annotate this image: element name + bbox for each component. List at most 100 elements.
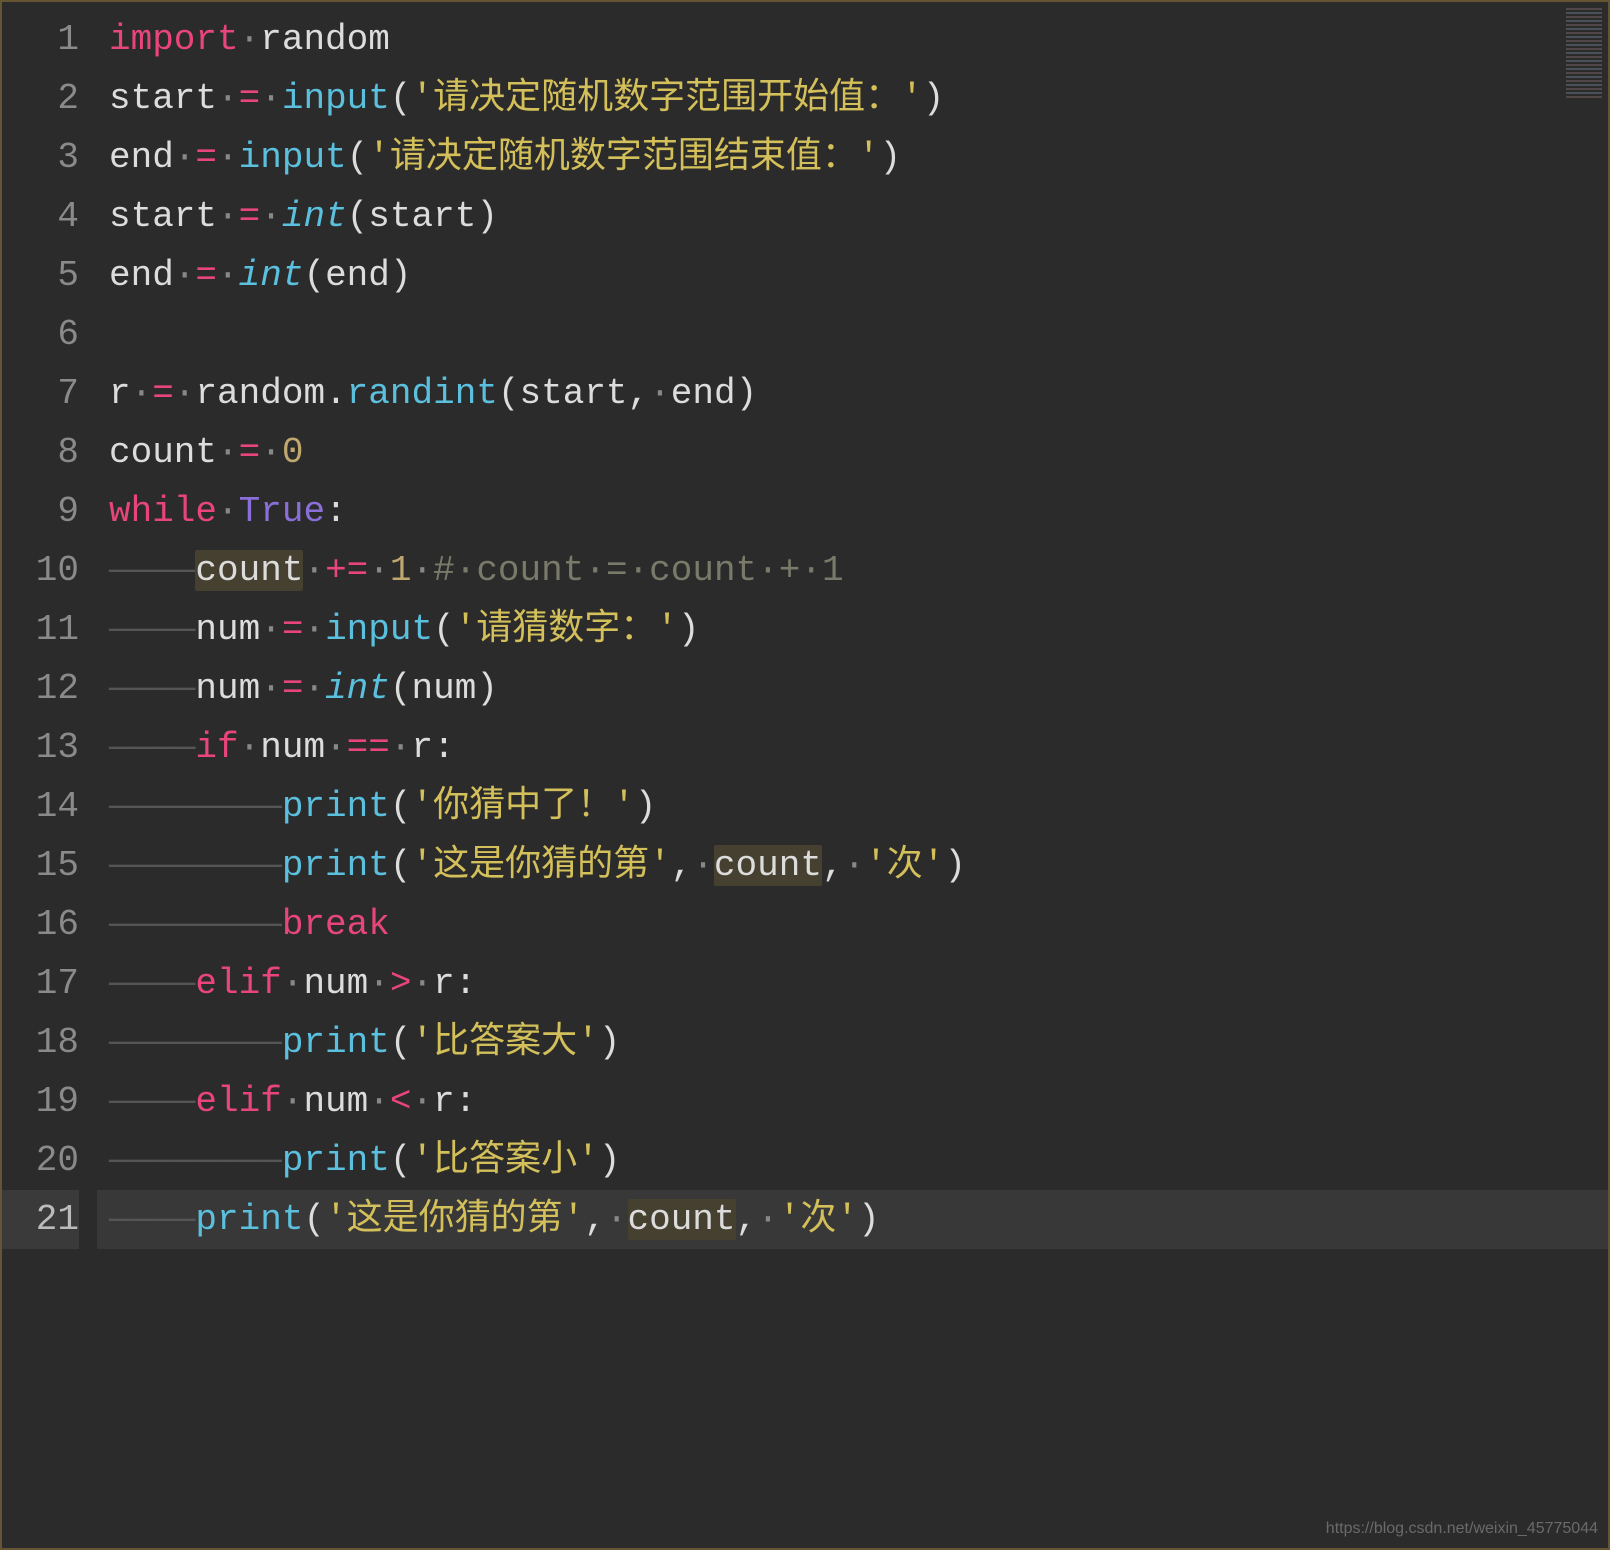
token-indent-guide: ————: [109, 727, 195, 768]
token-op: =: [239, 196, 261, 237]
token-ident: end: [671, 373, 736, 414]
token-string: '请决定随机数字范围结束值：': [368, 137, 879, 178]
token-punct: .: [325, 373, 347, 414]
token-punct: ): [476, 196, 498, 237]
token-op: ==: [347, 727, 390, 768]
token-punct: ): [390, 255, 412, 296]
code-line[interactable]: while·True:: [97, 482, 1608, 541]
token-ws-dot: ·: [239, 19, 261, 60]
token-builtin: int: [282, 196, 347, 237]
token-punct: :: [325, 491, 347, 532]
code-line[interactable]: count·=·0: [97, 423, 1608, 482]
token-ident: count: [109, 432, 217, 473]
code-line[interactable]: ————count·+=·1·#·count·=·count·+·1: [97, 541, 1608, 600]
token-ident: random: [260, 19, 390, 60]
token-ident: random: [195, 373, 325, 414]
token-op: >: [390, 963, 412, 1004]
token-punct: ): [736, 373, 758, 414]
token-ws-dot: ·: [131, 373, 153, 414]
token-indent-guide: ————————: [109, 904, 282, 945]
code-line[interactable]: import·random: [97, 10, 1608, 69]
token-ident: start: [109, 196, 217, 237]
token-string: '你猜中了！': [411, 786, 634, 827]
code-line[interactable]: end·=·input('请决定随机数字范围结束值：'): [97, 128, 1608, 187]
token-ws-dot: ·: [282, 963, 304, 1004]
token-indent-guide: ————————: [109, 845, 282, 886]
token-ws-dot: ·: [757, 1199, 779, 1240]
token-punct: (: [390, 78, 412, 119]
code-line[interactable]: ————elif·num·<·r:: [97, 1072, 1608, 1131]
line-number: 21: [2, 1190, 79, 1249]
code-line[interactable]: start·=·input('请决定随机数字范围开始值：'): [97, 69, 1608, 128]
token-ident: num: [303, 1081, 368, 1122]
code-line[interactable]: ————elif·num·>·r:: [97, 954, 1608, 1013]
token-indent-guide: ————————: [109, 786, 282, 827]
token-ident: end: [325, 255, 390, 296]
token-ws-dot: ·: [260, 668, 282, 709]
code-area[interactable]: import·randomstart·=·input('请决定随机数字范围开始值…: [97, 10, 1608, 1548]
line-number: 4: [2, 187, 79, 246]
code-line[interactable]: ————————print('比答案大'): [97, 1013, 1608, 1072]
minimap[interactable]: [1566, 8, 1602, 98]
token-ident: start: [109, 78, 217, 119]
code-line[interactable]: ————num·=·int(num): [97, 659, 1608, 718]
token-punct: ,: [584, 1199, 606, 1240]
token-ident: num: [411, 668, 476, 709]
line-number: 17: [2, 954, 79, 1013]
token-ident: r: [433, 963, 455, 1004]
token-builtin: int: [325, 668, 390, 709]
token-ws-dot: ·: [239, 727, 261, 768]
line-number: 11: [2, 600, 79, 659]
token-number: 0: [282, 432, 304, 473]
token-ws-dot: ·: [260, 609, 282, 650]
code-line[interactable]: ————————print('比答案小'): [97, 1131, 1608, 1190]
token-ws-dot: ·: [217, 491, 239, 532]
line-number: 12: [2, 659, 79, 718]
token-op: =: [195, 137, 217, 178]
token-string: '请猜数字：': [455, 609, 678, 650]
token-builtin: int: [239, 255, 304, 296]
token-punct: :: [455, 1081, 477, 1122]
token-ws-dot: ·: [390, 727, 412, 768]
line-number: 18: [2, 1013, 79, 1072]
code-line[interactable]: ————num·=·input('请猜数字：'): [97, 600, 1608, 659]
token-ws-dot: ·: [303, 609, 325, 650]
token-func-call: print: [282, 1022, 390, 1063]
token-indent-guide: ————: [109, 1199, 195, 1240]
line-number: 10: [2, 541, 79, 600]
line-number: 3: [2, 128, 79, 187]
token-punct: ): [599, 1140, 621, 1181]
token-comment: #·count·=·count·+·1: [433, 550, 843, 591]
line-number: 16: [2, 895, 79, 954]
token-punct: ): [599, 1022, 621, 1063]
line-number: 13: [2, 718, 79, 777]
token-ws-dot: ·: [217, 255, 239, 296]
token-ident: count: [195, 550, 303, 591]
token-indent-guide: ————: [109, 668, 195, 709]
token-kw-control: if: [195, 727, 238, 768]
line-number: 5: [2, 246, 79, 305]
token-ident: num: [303, 963, 368, 1004]
code-line[interactable]: r·=·random.randint(start,·end): [97, 364, 1608, 423]
token-string: '次': [779, 1199, 858, 1240]
token-op: <: [390, 1081, 412, 1122]
code-line[interactable]: ————————print('你猜中了！'): [97, 777, 1608, 836]
code-editor[interactable]: 123456789101112131415161718192021 import…: [2, 2, 1608, 1548]
token-indent-guide: ————————: [109, 1022, 282, 1063]
token-string: '这是你猜的第': [325, 1199, 584, 1240]
token-ident: count: [628, 1199, 736, 1240]
token-punct: (: [390, 786, 412, 827]
token-punct: (: [303, 1199, 325, 1240]
code-line[interactable]: ————————print('这是你猜的第',·count,·'次'): [97, 836, 1608, 895]
code-line[interactable]: end·=·int(end): [97, 246, 1608, 305]
token-ws-dot: ·: [260, 432, 282, 473]
token-punct: :: [455, 963, 477, 1004]
code-line[interactable]: ————if·num·==·r:: [97, 718, 1608, 777]
line-number: 19: [2, 1072, 79, 1131]
code-line[interactable]: ————————break: [97, 895, 1608, 954]
token-string: '比答案小': [411, 1140, 598, 1181]
code-line[interactable]: ————print('这是你猜的第',·count,·'次'): [97, 1190, 1608, 1249]
code-line[interactable]: start·=·int(start): [97, 187, 1608, 246]
code-line[interactable]: [97, 305, 1608, 364]
token-indent-guide: ————: [109, 1081, 195, 1122]
